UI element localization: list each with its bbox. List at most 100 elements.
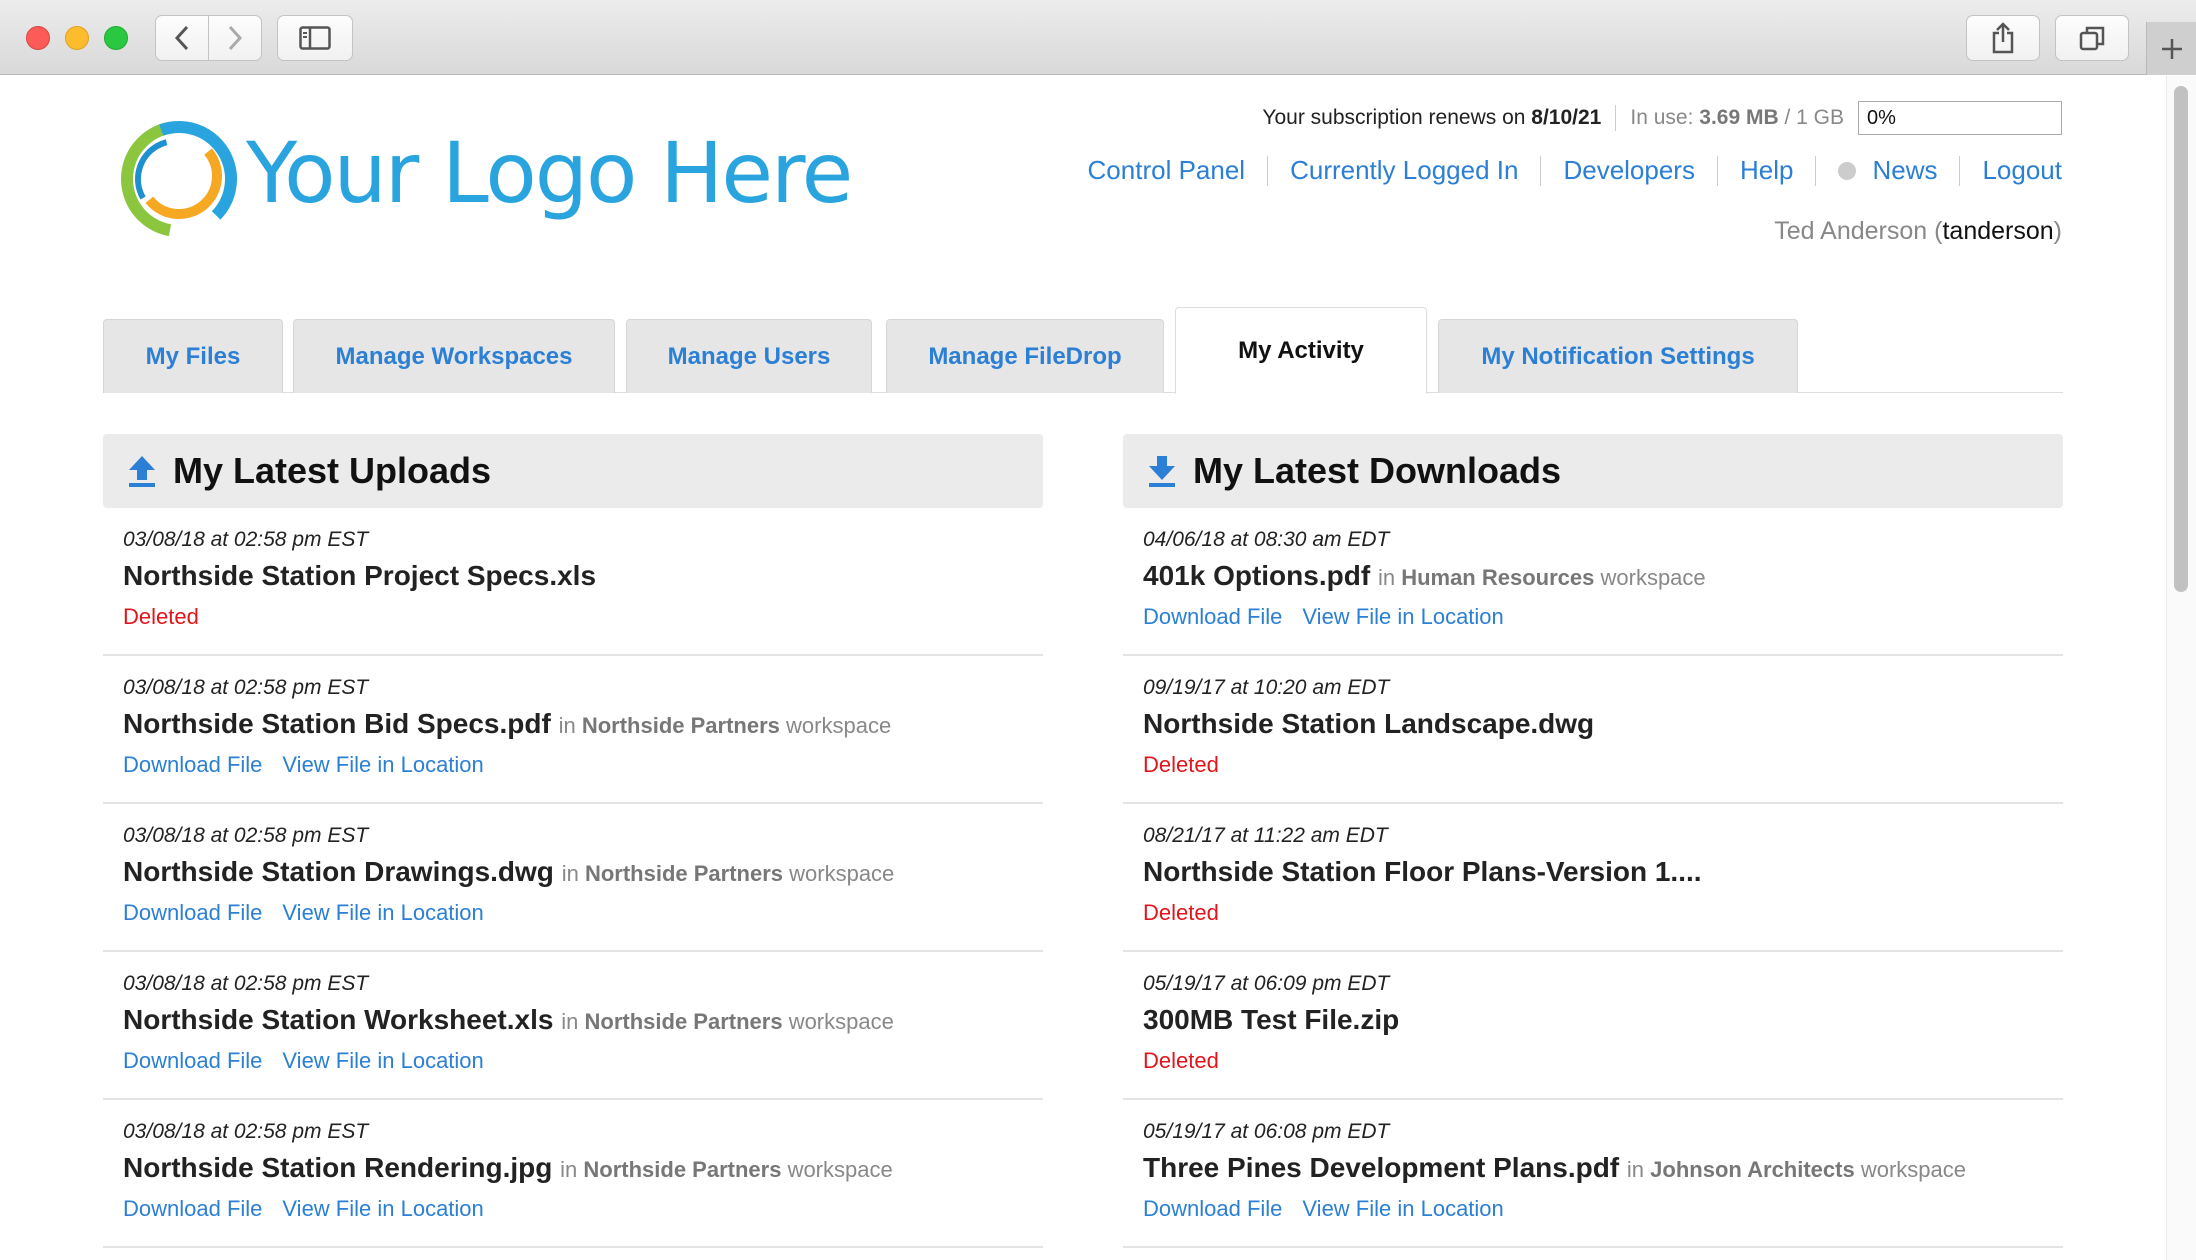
list-item: 05/19/17 at 06:08 pm EDT Three Pines Dev… xyxy=(1123,1100,2063,1248)
timestamp: 03/08/18 at 02:58 pm EST xyxy=(123,972,369,995)
latest-uploads-panel: My Latest Uploads 03/08/18 at 02:58 pm E… xyxy=(103,434,1043,1248)
file-name: Northside Station Landscape.dwg xyxy=(1143,708,1595,739)
workspace-label: in Northside Partners workspace xyxy=(561,1009,894,1034)
workspace-label: in Johnson Architects workspace xyxy=(1626,1157,1966,1182)
currently-logged-in-link[interactable]: Currently Logged In xyxy=(1290,155,1518,186)
logo-text: Your Logo Here xyxy=(246,124,853,222)
download-file-link[interactable]: Download File xyxy=(123,900,262,925)
file-name: 401k Options.pdf in Human Resources work… xyxy=(1143,560,1706,591)
tab-my-activity[interactable]: My Activity xyxy=(1175,307,1427,394)
uploads-title: My Latest Uploads xyxy=(173,450,492,491)
sidebar-icon xyxy=(299,26,331,50)
window-minimize-button[interactable] xyxy=(65,26,89,50)
tab-manage-users[interactable]: Manage Users xyxy=(626,319,872,393)
logo: Your Logo Here xyxy=(116,116,853,242)
file-name: Northside Station Floor Plans-Version 1.… xyxy=(1143,856,1702,887)
timestamp: 03/08/18 at 02:58 pm EST xyxy=(123,528,369,551)
uploads-list: 03/08/18 at 02:58 pm EST Northside Stati… xyxy=(103,508,1043,1248)
timestamp: 08/21/17 at 11:22 am EDT xyxy=(1143,824,1388,847)
file-actions: Download File View File in Location xyxy=(1143,604,1524,630)
storage-usage: In use: 3.69 MB / 1 GB xyxy=(1630,106,1844,129)
help-link[interactable]: Help xyxy=(1740,155,1793,186)
view-file-in-location-link[interactable]: View File in Location xyxy=(282,752,483,777)
downloads-list: 04/06/18 at 08:30 am EDT 401k Options.pd… xyxy=(1123,508,2063,1248)
subscription-bar: Your subscription renews on 8/10/21 In u… xyxy=(1262,101,2062,135)
latest-downloads-panel: My Latest Downloads 04/06/18 at 08:30 am… xyxy=(1123,434,2063,1248)
deleted-status: Deleted xyxy=(1143,1048,1219,1073)
file-name: Three Pines Development Plans.pdf in Joh… xyxy=(1143,1152,1966,1183)
file-actions: Download File View File in Location xyxy=(123,1048,504,1074)
file-actions: Download File View File in Location xyxy=(123,752,504,778)
timestamp: 03/08/18 at 02:58 pm EST xyxy=(123,824,369,847)
download-arrow-icon xyxy=(1149,456,1175,487)
view-file-in-location-link[interactable]: View File in Location xyxy=(282,1196,483,1221)
file-name: Northside Station Rendering.jpg in North… xyxy=(123,1152,893,1183)
timestamp: 03/08/18 at 02:58 pm EST xyxy=(123,676,369,699)
deleted-status: Deleted xyxy=(1143,900,1219,925)
sidebar-toggle-button[interactable] xyxy=(277,15,353,61)
share-button[interactable] xyxy=(1966,15,2040,61)
divider xyxy=(1615,105,1617,131)
chevron-left-icon xyxy=(174,25,189,51)
tab-manage-workspaces[interactable]: Manage Workspaces xyxy=(293,319,615,393)
file-name: Northside Station Bid Specs.pdf in North… xyxy=(123,708,892,739)
main-tabs: My Files Manage Workspaces Manage Users … xyxy=(103,307,2063,394)
top-nav: Control Panel Currently Logged In Develo… xyxy=(1088,155,2062,186)
news-status-icon xyxy=(1838,161,1857,180)
subscription-text: Your subscription renews on 8/10/21 xyxy=(1262,106,1602,129)
logout-link[interactable]: Logout xyxy=(1982,155,2062,186)
divider xyxy=(1267,155,1269,186)
tab-manage-filedrop[interactable]: Manage FileDrop xyxy=(886,319,1164,393)
upload-arrow-icon xyxy=(129,456,155,487)
workspace-label: in Northside Partners workspace xyxy=(558,713,892,738)
chevron-right-icon xyxy=(228,25,243,51)
download-file-link[interactable]: Download File xyxy=(123,752,262,777)
workspace-label: in Northside Partners workspace xyxy=(561,861,895,886)
share-icon xyxy=(1992,22,2014,54)
tab-my-notification-settings[interactable]: My Notification Settings xyxy=(1438,319,1798,393)
file-name: Northside Station Project Specs.xls xyxy=(123,560,597,591)
view-file-in-location-link[interactable]: View File in Location xyxy=(1302,604,1503,629)
logo-rings-icon xyxy=(121,121,237,237)
timestamp: 05/19/17 at 06:08 pm EDT xyxy=(1143,1120,1390,1143)
forward-button[interactable] xyxy=(208,15,262,61)
view-file-in-location-link[interactable]: View File in Location xyxy=(282,1048,483,1073)
developers-link[interactable]: Developers xyxy=(1563,155,1695,186)
view-file-in-location-link[interactable]: View File in Location xyxy=(1302,1196,1503,1221)
scrollbar-thumb[interactable] xyxy=(2174,86,2188,592)
list-item: 03/08/18 at 02:58 pm EST Northside Stati… xyxy=(103,804,1043,952)
tab-my-files[interactable]: My Files xyxy=(103,319,283,393)
list-item: 03/08/18 at 02:58 pm EST Northside Stati… xyxy=(103,1100,1043,1248)
timestamp: 04/06/18 at 08:30 am EDT xyxy=(1143,528,1390,551)
list-item: 09/19/17 at 10:20 am EDT Northside Stati… xyxy=(1123,656,2063,804)
download-file-link[interactable]: Download File xyxy=(1143,604,1282,629)
control-panel-link[interactable]: Control Panel xyxy=(1088,155,1246,186)
news-link[interactable]: News xyxy=(1872,155,1937,186)
tabs-icon xyxy=(2079,26,2105,51)
browser-toolbar xyxy=(0,0,2196,75)
download-file-link[interactable]: Download File xyxy=(123,1196,262,1221)
window-zoom-button[interactable] xyxy=(104,26,128,50)
divider xyxy=(1540,155,1542,186)
file-actions: Download File View File in Location xyxy=(123,900,504,926)
download-file-link[interactable]: Download File xyxy=(1143,1196,1282,1221)
show-tabs-button[interactable] xyxy=(2055,15,2129,61)
download-file-link[interactable]: Download File xyxy=(123,1048,262,1073)
timestamp: 05/19/17 at 06:09 pm EDT xyxy=(1143,972,1390,995)
file-name: Northside Station Drawings.dwg in Norths… xyxy=(123,856,895,887)
deleted-status: Deleted xyxy=(1143,752,1219,777)
list-item: 03/08/18 at 02:58 pm EST Northside Stati… xyxy=(103,508,1043,656)
usage-progress-bar: 0% xyxy=(1858,101,2062,135)
view-file-in-location-link[interactable]: View File in Location xyxy=(282,900,483,925)
window-close-button[interactable] xyxy=(26,26,50,50)
downloads-title: My Latest Downloads xyxy=(1193,450,1562,491)
divider xyxy=(1716,155,1718,186)
plus-icon xyxy=(2161,38,2182,59)
new-tab-button[interactable] xyxy=(2146,22,2196,75)
current-user: Ted Anderson (tanderson) xyxy=(1774,217,2062,245)
uploads-header: My Latest Uploads xyxy=(103,434,1043,508)
list-item: 03/08/18 at 02:58 pm EST Northside Stati… xyxy=(103,952,1043,1100)
workspace-label: in Human Resources workspace xyxy=(1377,565,1706,590)
back-button[interactable] xyxy=(155,15,209,61)
file-actions: Download File View File in Location xyxy=(1143,1196,1524,1222)
